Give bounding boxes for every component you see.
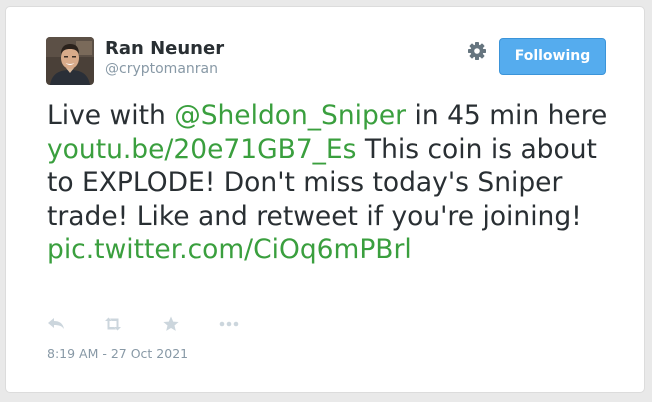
tweet-card: Ran Neuner @cryptomanran Following Live … [5,6,645,393]
tweet-text-part1: Live with [47,100,175,131]
pic-link[interactable]: pic.twitter.com/CiOq6mPBrl [47,234,412,265]
author-handle[interactable]: @cryptomanran [105,61,218,77]
avatar[interactable] [46,37,94,85]
following-button[interactable]: Following [499,38,606,75]
retweet-icon[interactable] [102,315,124,333]
tweet-timestamp[interactable]: 8:19 AM - 27 Oct 2021 [47,346,188,361]
tweet-text: Live with @Sheldon_Sniper in 45 min here… [47,99,622,267]
author-display-name[interactable]: Ran Neuner [105,38,224,60]
gear-icon[interactable] [467,41,487,61]
tweet-text-part2: in 45 min here [406,100,608,131]
favorite-icon[interactable] [160,315,182,333]
reply-icon[interactable] [46,315,68,333]
youtube-link[interactable]: youtu.be/20e71GB7_Es [47,134,356,165]
mention-link[interactable]: @Sheldon_Sniper [174,100,406,131]
more-icon[interactable] [218,315,240,333]
